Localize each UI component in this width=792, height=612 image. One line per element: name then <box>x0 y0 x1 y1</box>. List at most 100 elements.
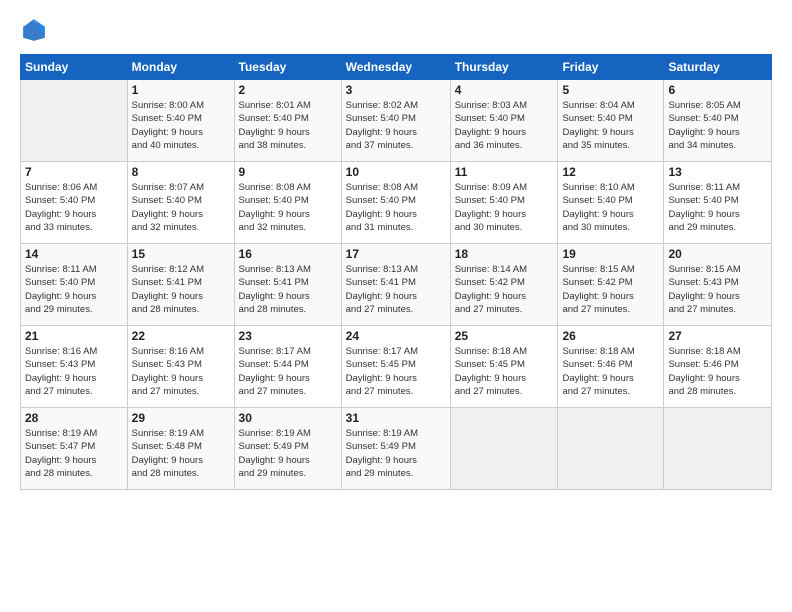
day-number: 22 <box>132 329 230 343</box>
day-number: 8 <box>132 165 230 179</box>
weekday-header-row: SundayMondayTuesdayWednesdayThursdayFrid… <box>21 55 772 80</box>
calendar-cell: 5Sunrise: 8:04 AM Sunset: 5:40 PM Daylig… <box>558 80 664 162</box>
calendar-cell: 20Sunrise: 8:15 AM Sunset: 5:43 PM Dayli… <box>664 244 772 326</box>
calendar-cell: 17 Sunrise: 8:13 AM Sunset: 5:41 PM Dayli… <box>341 244 450 326</box>
day-info: Sunrise: 8:01 AM Sunset: 5:40 PM Dayligh… <box>239 99 337 152</box>
day-info: Sunrise: 8:19 AM Sunset: 5:49 PM Dayligh… <box>346 427 446 480</box>
calendar-cell <box>558 408 664 490</box>
calendar-cell <box>664 408 772 490</box>
day-number: 5 <box>562 83 659 97</box>
day-info: Sunrise: 8:18 AM Sunset: 5:46 PM Dayligh… <box>562 345 659 398</box>
day-info: Sunrise: 8:18 AM Sunset: 5:45 PM Dayligh… <box>455 345 554 398</box>
week-row-0: 1 Sunrise: 8:00 AM Sunset: 5:40 PM Daylig… <box>21 80 772 162</box>
calendar-cell: 8 Sunrise: 8:07 AM Sunset: 5:40 PM Daylig… <box>127 162 234 244</box>
calendar-cell: 6Sunrise: 8:05 AM Sunset: 5:40 PM Daylig… <box>664 80 772 162</box>
day-number: 15 <box>132 247 230 261</box>
day-info: Sunrise: 8:09 AM Sunset: 5:40 PM Dayligh… <box>455 181 554 234</box>
calendar-cell: 27 Sunrise: 8:18 AM Sunset: 5:46 PM Dayli… <box>664 326 772 408</box>
day-number: 25 <box>455 329 554 343</box>
day-info: Sunrise: 8:08 AM Sunset: 5:40 PM Dayligh… <box>346 181 446 234</box>
day-info: Sunrise: 8:11 AM Sunset: 5:40 PM Dayligh… <box>668 181 767 234</box>
calendar-cell: 11 Sunrise: 8:09 AM Sunset: 5:40 PM Dayli… <box>450 162 558 244</box>
calendar-cell: 4 Sunrise: 8:03 AM Sunset: 5:40 PM Daylig… <box>450 80 558 162</box>
calendar-cell: 26 Sunrise: 8:18 AM Sunset: 5:46 PM Dayli… <box>558 326 664 408</box>
day-info: Sunrise: 8:10 AM Sunset: 5:40 PM Dayligh… <box>562 181 659 234</box>
day-info: Sunrise: 8:16 AM Sunset: 5:43 PM Dayligh… <box>132 345 230 398</box>
calendar-cell: 30 Sunrise: 8:19 AM Sunset: 5:49 PM Dayli… <box>234 408 341 490</box>
day-info: Sunrise: 8:13 AM Sunset: 5:41 PM Dayligh… <box>239 263 337 316</box>
day-number: 11 <box>455 165 554 179</box>
weekday-header-friday: Friday <box>558 55 664 80</box>
day-info: Sunrise: 8:07 AM Sunset: 5:40 PM Dayligh… <box>132 181 230 234</box>
calendar-cell: 18Sunrise: 8:14 AM Sunset: 5:42 PM Dayli… <box>450 244 558 326</box>
day-number: 20 <box>668 247 767 261</box>
day-info: Sunrise: 8:13 AM Sunset: 5:41 PM Dayligh… <box>346 263 446 316</box>
calendar-cell: 29 Sunrise: 8:19 AM Sunset: 5:48 PM Dayli… <box>127 408 234 490</box>
day-info: Sunrise: 8:17 AM Sunset: 5:44 PM Dayligh… <box>239 345 337 398</box>
calendar-cell: 23 Sunrise: 8:17 AM Sunset: 5:44 PM Dayli… <box>234 326 341 408</box>
week-row-2: 14Sunrise: 8:11 AM Sunset: 5:40 PM Dayli… <box>21 244 772 326</box>
calendar: SundayMondayTuesdayWednesdayThursdayFrid… <box>20 54 772 490</box>
header <box>20 16 772 44</box>
calendar-cell <box>21 80 128 162</box>
week-row-4: 28Sunrise: 8:19 AM Sunset: 5:47 PM Dayli… <box>21 408 772 490</box>
weekday-header-wednesday: Wednesday <box>341 55 450 80</box>
day-info: Sunrise: 8:19 AM Sunset: 5:49 PM Dayligh… <box>239 427 337 480</box>
day-number: 27 <box>668 329 767 343</box>
weekday-header-sunday: Sunday <box>21 55 128 80</box>
day-number: 10 <box>346 165 446 179</box>
day-info: Sunrise: 8:06 AM Sunset: 5:40 PM Dayligh… <box>25 181 123 234</box>
calendar-cell: 9 Sunrise: 8:08 AM Sunset: 5:40 PM Daylig… <box>234 162 341 244</box>
calendar-cell: 12 Sunrise: 8:10 AM Sunset: 5:40 PM Dayli… <box>558 162 664 244</box>
calendar-cell <box>450 408 558 490</box>
day-info: Sunrise: 8:15 AM Sunset: 5:42 PM Dayligh… <box>562 263 659 316</box>
day-number: 29 <box>132 411 230 425</box>
day-number: 21 <box>25 329 123 343</box>
calendar-cell: 1 Sunrise: 8:00 AM Sunset: 5:40 PM Daylig… <box>127 80 234 162</box>
calendar-cell: 13Sunrise: 8:11 AM Sunset: 5:40 PM Dayli… <box>664 162 772 244</box>
calendar-cell: 16 Sunrise: 8:13 AM Sunset: 5:41 PM Dayli… <box>234 244 341 326</box>
day-info: Sunrise: 8:14 AM Sunset: 5:42 PM Dayligh… <box>455 263 554 316</box>
day-info: Sunrise: 8:05 AM Sunset: 5:40 PM Dayligh… <box>668 99 767 152</box>
day-number: 3 <box>346 83 446 97</box>
day-info: Sunrise: 8:12 AM Sunset: 5:41 PM Dayligh… <box>132 263 230 316</box>
day-info: Sunrise: 8:17 AM Sunset: 5:45 PM Dayligh… <box>346 345 446 398</box>
day-number: 9 <box>239 165 337 179</box>
day-number: 24 <box>346 329 446 343</box>
calendar-cell: 14Sunrise: 8:11 AM Sunset: 5:40 PM Dayli… <box>21 244 128 326</box>
day-info: Sunrise: 8:03 AM Sunset: 5:40 PM Dayligh… <box>455 99 554 152</box>
day-info: Sunrise: 8:18 AM Sunset: 5:46 PM Dayligh… <box>668 345 767 398</box>
day-info: Sunrise: 8:08 AM Sunset: 5:40 PM Dayligh… <box>239 181 337 234</box>
day-number: 4 <box>455 83 554 97</box>
day-number: 16 <box>239 247 337 261</box>
calendar-cell: 7Sunrise: 8:06 AM Sunset: 5:40 PM Daylig… <box>21 162 128 244</box>
calendar-cell: 25 Sunrise: 8:18 AM Sunset: 5:45 PM Dayli… <box>450 326 558 408</box>
day-number: 12 <box>562 165 659 179</box>
day-number: 28 <box>25 411 123 425</box>
day-info: Sunrise: 8:16 AM Sunset: 5:43 PM Dayligh… <box>25 345 123 398</box>
day-number: 23 <box>239 329 337 343</box>
calendar-cell: 2Sunrise: 8:01 AM Sunset: 5:40 PM Daylig… <box>234 80 341 162</box>
day-number: 17 <box>346 247 446 261</box>
calendar-cell: 10 Sunrise: 8:08 AM Sunset: 5:40 PM Dayli… <box>341 162 450 244</box>
logo-icon <box>20 16 48 44</box>
page: SundayMondayTuesdayWednesdayThursdayFrid… <box>0 0 792 612</box>
logo <box>20 16 52 44</box>
day-info: Sunrise: 8:02 AM Sunset: 5:40 PM Dayligh… <box>346 99 446 152</box>
calendar-cell: 3 Sunrise: 8:02 AM Sunset: 5:40 PM Daylig… <box>341 80 450 162</box>
week-row-3: 21 Sunrise: 8:16 AM Sunset: 5:43 PM Dayli… <box>21 326 772 408</box>
weekday-header-thursday: Thursday <box>450 55 558 80</box>
day-number: 19 <box>562 247 659 261</box>
day-number: 26 <box>562 329 659 343</box>
calendar-cell: 24 Sunrise: 8:17 AM Sunset: 5:45 PM Dayli… <box>341 326 450 408</box>
day-info: Sunrise: 8:19 AM Sunset: 5:48 PM Dayligh… <box>132 427 230 480</box>
day-number: 31 <box>346 411 446 425</box>
day-number: 1 <box>132 83 230 97</box>
calendar-cell: 31 Sunrise: 8:19 AM Sunset: 5:49 PM Dayli… <box>341 408 450 490</box>
calendar-cell: 28Sunrise: 8:19 AM Sunset: 5:47 PM Dayli… <box>21 408 128 490</box>
day-info: Sunrise: 8:00 AM Sunset: 5:40 PM Dayligh… <box>132 99 230 152</box>
day-number: 30 <box>239 411 337 425</box>
day-info: Sunrise: 8:11 AM Sunset: 5:40 PM Dayligh… <box>25 263 123 316</box>
weekday-header-saturday: Saturday <box>664 55 772 80</box>
weekday-header-monday: Monday <box>127 55 234 80</box>
